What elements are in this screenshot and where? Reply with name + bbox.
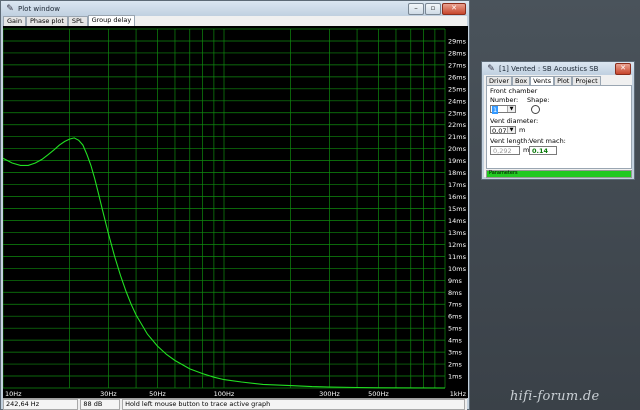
tab-project[interactable]: Project <box>572 76 601 85</box>
y-tick-label: 13ms <box>448 229 467 237</box>
tab-phase-plot[interactable]: Phase plot <box>25 16 68 26</box>
status-hint: Hold left mouse button to trace active g… <box>122 399 465 410</box>
vent-mach-label: Vent mach: <box>529 137 566 145</box>
close-button[interactable]: ✕ <box>615 63 631 75</box>
vent-length-field[interactable]: 0,292 <box>490 146 520 155</box>
tab-box[interactable]: Box <box>512 76 531 85</box>
number-select[interactable]: 1 ▼ <box>490 105 516 114</box>
vent-window-titlebar[interactable]: ✎ [1] Vented : SB Acoustics SB29N... ✕ <box>482 62 634 75</box>
y-tick-label: 3ms <box>448 349 462 357</box>
plot-area[interactable]: 1ms 2ms 3ms 4ms 5ms 6ms 7ms 8ms 9ms 10ms 11ms 12ms 1… <box>3 26 468 398</box>
parameters-progress-bar: Parameters <box>486 170 632 178</box>
x-tick-label: 1kHz <box>450 390 467 398</box>
plot-tabbar: Gain Phase plot SPL Group delay <box>3 15 467 26</box>
plot-window-title: Plot window <box>18 4 60 13</box>
y-tick-label: 4ms <box>448 337 462 345</box>
round-shape-icon[interactable] <box>531 105 540 114</box>
vent-window-title: [1] Vented : SB Acoustics SB29N... <box>499 64 599 73</box>
vent-window-body: Driver Box Vents Plot Project Front cham… <box>484 75 632 178</box>
number-label: Number: <box>490 96 519 104</box>
x-tick-label: 50Hz <box>149 390 166 398</box>
y-tick-label: 2ms <box>448 361 462 369</box>
status-frequency: 242,64 Hz <box>3 399 79 410</box>
y-tick-label: 7ms <box>448 301 462 309</box>
vent-diameter-unit: m <box>519 126 526 134</box>
y-tick-label: 15ms <box>448 205 467 213</box>
x-tick-label: 10Hz <box>5 390 22 398</box>
x-tick-label: 300Hz <box>319 390 340 398</box>
y-tick-label: 25ms <box>448 85 467 93</box>
front-chamber-label: Front chamber <box>490 87 538 95</box>
y-tick-label: 20ms <box>448 145 467 153</box>
chevron-down-icon: ▼ <box>507 127 515 133</box>
y-tick-label: 26ms <box>448 73 467 81</box>
maximize-button[interactable]: ▫ <box>425 3 441 15</box>
number-value: 1 <box>492 106 499 114</box>
y-tick-label: 17ms <box>448 181 467 189</box>
vent-length-label: Vent length: <box>490 137 530 145</box>
tab-gain[interactable]: Gain <box>3 16 26 26</box>
y-tick-label: 22ms <box>448 121 467 129</box>
y-tick-label: 29ms <box>448 37 467 45</box>
y-tick-label: 10ms <box>448 265 467 273</box>
plot-window-titlebar[interactable]: ✎ Plot window – ▫ ✕ <box>1 1 469 16</box>
plot-window[interactable]: ✎ Plot window – ▫ ✕ Gain Phase plot SPL … <box>0 0 470 410</box>
y-tick-label: 18ms <box>448 169 467 177</box>
y-tick-label: 1ms <box>448 373 462 381</box>
tab-group-delay[interactable]: Group delay <box>87 15 136 26</box>
y-tick-label: 5ms <box>448 325 462 333</box>
chevron-down-icon: ▼ <box>507 106 515 112</box>
x-tick-label: 100Hz <box>214 390 235 398</box>
status-level: 88 dB <box>80 399 121 410</box>
y-tick-label: 14ms <box>448 217 467 225</box>
y-tick-label: 21ms <box>448 133 467 141</box>
status-bar: 242,64 Hz 88 dB Hold left mouse button t… <box>3 398 467 410</box>
vents-panel: Front chamber Number: 1 ▼ Shape: Vent di… <box>486 85 632 169</box>
tab-plot[interactable]: Plot <box>554 76 573 85</box>
y-tick-label: 8ms <box>448 289 462 297</box>
tab-spl[interactable]: SPL <box>67 16 88 26</box>
y-tick-label: 16ms <box>448 193 467 201</box>
vent-diameter-select[interactable]: 0,074( ▼ <box>490 126 516 135</box>
shape-label: Shape: <box>527 96 550 104</box>
tab-driver[interactable]: Driver <box>486 76 513 85</box>
y-tick-label: 28ms <box>448 49 467 57</box>
group-delay-chart[interactable]: 1ms 2ms 3ms 4ms 5ms 6ms 7ms 8ms 9ms 10ms 11ms 12ms 1… <box>3 26 468 398</box>
minimize-button[interactable]: – <box>408 3 424 15</box>
y-tick-label: 12ms <box>448 241 467 249</box>
progress-label: Parameters <box>489 170 518 176</box>
x-tick-label: 30Hz <box>100 390 117 398</box>
y-tick-label: 23ms <box>448 109 467 117</box>
y-tick-label: 19ms <box>448 157 467 165</box>
vented-box-window[interactable]: ✎ [1] Vented : SB Acoustics SB29N... ✕ D… <box>481 61 635 180</box>
y-tick-label: 27ms <box>448 61 467 69</box>
y-tick-label: 6ms <box>448 313 462 321</box>
app-icon: ✎ <box>487 63 495 74</box>
x-tick-label: 500Hz <box>368 390 389 398</box>
watermark: hifi-forum.de <box>510 389 600 404</box>
vent-tabbar: Driver Box Vents Plot Project <box>486 76 601 86</box>
close-button[interactable]: ✕ <box>442 3 466 15</box>
y-tick-label: 11ms <box>448 253 467 261</box>
y-tick-label: 9ms <box>448 277 462 285</box>
vent-mach-field: 0.14 <box>529 146 557 155</box>
vent-diameter-label: Vent diameter: <box>490 117 539 125</box>
y-tick-label: 24ms <box>448 97 467 105</box>
app-icon: ✎ <box>6 3 14 14</box>
